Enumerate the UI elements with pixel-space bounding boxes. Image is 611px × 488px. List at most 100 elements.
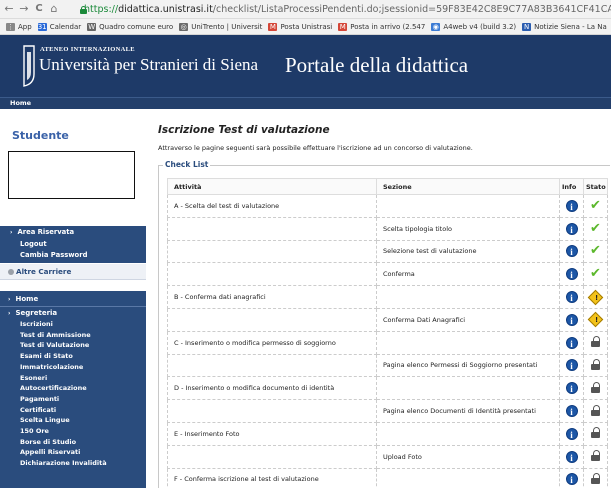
unitrento-icon: ◎: [179, 22, 189, 31]
cell-attivita: [167, 444, 377, 469]
breadcrumb-home-link[interactable]: Home: [10, 99, 31, 107]
bookmark-item[interactable]: ⋮ App: [6, 22, 32, 31]
bookmark-label: App: [18, 22, 32, 31]
apps-grid-icon: ⋮: [6, 22, 15, 31]
chevron-right-icon: ›: [8, 296, 11, 303]
news-icon: N: [522, 22, 532, 31]
sidebar-item-altre-carriere[interactable]: Altre Carriere: [0, 264, 146, 280]
ateneo-label: ATENEO INTERNAZIONALE: [40, 46, 135, 53]
cell-stato: !: [583, 285, 608, 309]
sidebar-item-dichiarazione-invalidit-[interactable]: Dichiarazione Invalidità: [20, 459, 107, 467]
back-icon[interactable]: ←: [3, 2, 15, 16]
forward-icon[interactable]: →: [18, 2, 30, 16]
cell-sezione: Pagina elenco Documenti di Identità pres…: [376, 399, 560, 423]
cell-stato: [583, 444, 608, 469]
info-icon[interactable]: i: [565, 245, 578, 258]
cell-stato: [583, 376, 608, 401]
bookmark-label: A4web v4 (build 3.2): [443, 22, 517, 31]
cell-sezione: [376, 421, 560, 446]
portal-title: Portale della didattica: [285, 53, 469, 77]
sidebar-item-label: Altre Carriere: [16, 267, 72, 276]
warning-icon: !: [587, 312, 604, 328]
sidebar-item-logout[interactable]: Logout: [20, 240, 47, 248]
user-info-box: [8, 151, 135, 199]
cell-sezione: [376, 330, 560, 355]
cell-info: i: [559, 194, 584, 218]
cell-sezione: Scelta tipologia titolo: [376, 216, 560, 241]
bookmark-item[interactable]: ◉ A4web v4 (build 3.2): [431, 22, 517, 31]
info-icon[interactable]: i: [565, 199, 578, 212]
sidebar-item-test-di-valutazione[interactable]: Test di Valutazione: [20, 341, 89, 349]
cell-attivita: B - Conferma dati anagrafici: [167, 285, 377, 309]
sidebar-item-home[interactable]: › Home: [8, 295, 38, 303]
bookmark-item[interactable]: W Quadro comune euro: [87, 22, 174, 31]
bookmark-item[interactable]: N Notizie Siena - La Na: [522, 22, 607, 31]
info-icon[interactable]: i: [565, 382, 578, 395]
cell-stato: ✔: [583, 262, 608, 287]
info-icon[interactable]: i: [565, 222, 578, 235]
sidebar-item-iscrizioni[interactable]: Iscrizioni: [20, 320, 53, 328]
lock-icon: [591, 450, 600, 462]
cell-info: i: [559, 467, 584, 488]
bookmark-item[interactable]: M Posta in arrivo (2.547: [338, 22, 426, 31]
cell-info: i: [559, 399, 584, 423]
info-icon[interactable]: i: [565, 427, 578, 440]
lock-icon: [591, 358, 600, 370]
site-header: ATENEO INTERNAZIONALE Università per Str…: [0, 35, 611, 97]
bookmark-label: Calendar: [49, 22, 82, 31]
gmail-icon: M: [268, 22, 278, 31]
sidebar-item-certificati[interactable]: Certificati: [20, 406, 56, 414]
checkmark-icon: ✔: [590, 266, 601, 282]
sidebar-item-autocertificazione[interactable]: Autocertificazione: [20, 384, 87, 392]
calendar-icon: 31: [37, 22, 47, 31]
cell-sezione: Conferma: [376, 262, 560, 287]
table-row: Scelta tipologia titolo i ✔: [167, 216, 608, 241]
cell-sezione: Upload Foto: [376, 444, 560, 469]
info-icon[interactable]: i: [565, 473, 578, 486]
table-row: F - Conferma iscrizione al test di valut…: [167, 467, 608, 488]
chevron-right-icon: ›: [8, 310, 11, 317]
sidebar-item-pagamenti[interactable]: Pagamenti: [20, 395, 59, 403]
sidebar-item-esoneri[interactable]: Esoneri: [20, 374, 47, 382]
checklist-fieldset: Check List Attività Sezione Info Stato A…: [158, 160, 610, 488]
table-row: A - Scelta del test di valutazione i ✔: [167, 194, 608, 218]
sidebar-item-segreteria[interactable]: › Segreteria: [8, 309, 57, 317]
sidebar-item-area-riservata[interactable]: › Area Riservata: [10, 228, 74, 236]
sidebar-item-test-di-ammissione[interactable]: Test di Ammissione: [20, 331, 91, 339]
info-icon[interactable]: i: [565, 291, 578, 304]
checklist-table: Attività Sezione Info Stato A - Scelta d…: [167, 178, 608, 488]
university-name[interactable]: Università per Stranieri di Siena: [39, 55, 258, 75]
sidebar-item-esami-di-stato[interactable]: Esami di Stato: [20, 352, 73, 360]
sidebar-title: Studente: [12, 129, 69, 142]
info-icon[interactable]: i: [565, 450, 578, 463]
info-icon[interactable]: i: [565, 336, 578, 349]
bookmark-label: Quadro comune euro: [99, 22, 174, 31]
cell-sezione: Conferma Dati Anagrafici: [376, 307, 560, 332]
reload-icon[interactable]: C: [33, 2, 45, 16]
info-icon[interactable]: i: [565, 359, 578, 372]
home-icon[interactable]: ⌂: [48, 2, 60, 16]
table-row: D - Inserimento o modifica documento di …: [167, 376, 608, 401]
sidebar-item-cambia-password[interactable]: Cambia Password: [20, 251, 87, 259]
bookmark-item[interactable]: ◎ UniTrento | Universit: [179, 22, 262, 31]
sidebar-item-appelli-riservati[interactable]: Appelli Riservati: [20, 448, 80, 456]
address-bar[interactable]: https://didattica.unistrasi.it/checklist…: [78, 2, 611, 17]
info-icon[interactable]: i: [565, 313, 578, 326]
info-icon[interactable]: i: [565, 268, 578, 281]
table-row: E - Inserimento Foto i: [167, 421, 608, 446]
bookmark-item[interactable]: 31 Calendar: [37, 22, 82, 31]
sidebar-item-borse-di-studio[interactable]: Borse di Studio: [20, 438, 76, 446]
sidebar-item-150-ore[interactable]: 150 Ore: [20, 427, 49, 435]
sidebar-item-immatricolazione[interactable]: Immatricolazione: [20, 363, 83, 371]
bookmark-label: Posta in arrivo (2.547: [350, 22, 426, 31]
sidebar-item-scelta-lingue[interactable]: Scelta Lingue: [20, 416, 70, 424]
lock-icon: [591, 427, 600, 439]
table-row: B - Conferma dati anagrafici i!: [167, 285, 608, 309]
bookmark-item[interactable]: M Posta Unistrasi: [268, 22, 333, 31]
cell-stato: [583, 467, 608, 488]
info-icon[interactable]: i: [565, 405, 578, 418]
cell-stato: ✔: [583, 216, 608, 241]
intro-text: Attraverso le pagine seguenti sarà possi…: [158, 144, 473, 152]
bookmark-label: Posta Unistrasi: [280, 22, 333, 31]
table-header-row: Attività Sezione Info Stato: [167, 178, 608, 195]
